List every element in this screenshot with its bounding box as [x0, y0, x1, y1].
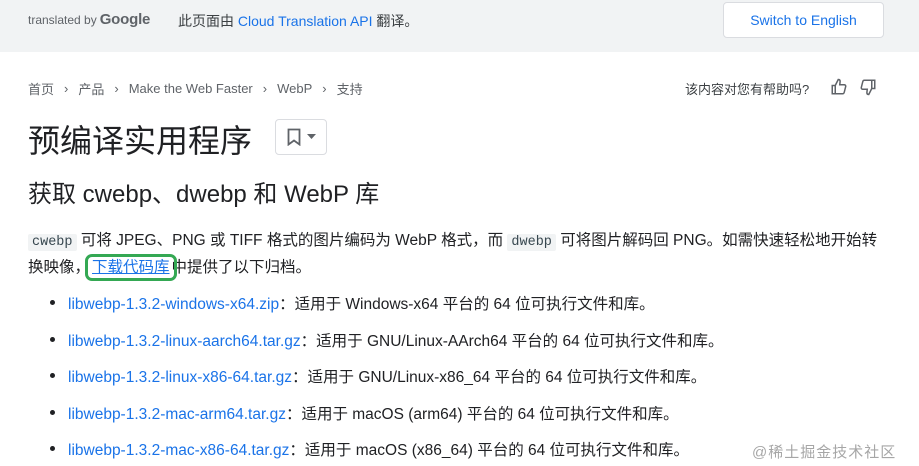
- download-desc: ：适用于 macOS (x86_64) 平台的 64 位可执行文件和库。: [289, 442, 690, 459]
- google-logo: Google: [99, 11, 151, 28]
- translation-bar: translated by Google 此页面由 Cloud Translat…: [0, 0, 919, 52]
- section-subtitle: 获取 cwebp、dwebp 和 WebP 库: [28, 181, 380, 208]
- translated-by-google: translated by Google: [28, 11, 150, 28]
- watermark: @稀土掘金技术社区: [752, 444, 897, 461]
- download-link-mac-arm64[interactable]: libwebp-1.3.2-mac-arm64.tar.gz: [68, 406, 286, 423]
- thumb-up-icon[interactable]: [830, 78, 848, 96]
- chevron-right-icon: ›: [262, 81, 268, 96]
- feedback-question: 该内容对您有帮助吗?: [685, 82, 810, 97]
- breadcrumb-webp[interactable]: WebP: [277, 81, 312, 96]
- intro-paragraph: cwebp 可将 JPEG、PNG 或 TIFF 格式的图片编码为 WebP 格…: [28, 228, 888, 281]
- bookmark-button[interactable]: [275, 119, 327, 155]
- chevron-right-icon: ›: [322, 81, 327, 96]
- download-desc: ：适用于 GNU/Linux-x86_64 平台的 64 位可执行文件和库。: [292, 369, 707, 386]
- page-title: 预编译实用程序: [28, 123, 253, 159]
- download-desc: ：适用于 macOS (arm64) 平台的 64 位可执行文件和库。: [285, 405, 679, 423]
- intro-text-3: 中提供了以下归档。: [171, 259, 312, 276]
- thumb-down-icon[interactable]: [859, 78, 877, 96]
- dwebp-code: dwebp: [507, 234, 556, 251]
- breadcrumb: 首页 › 产品 › Make the Web Faster › WebP › 支…: [28, 79, 363, 98]
- list-item: libwebp-1.3.2-mac-arm64.tar.gz：适用于 macOS…: [50, 402, 724, 439]
- download-link-linux-aarch64[interactable]: libwebp-1.3.2-linux-aarch64.tar.gz: [68, 333, 301, 350]
- download-link-windows-x64[interactable]: libwebp-1.3.2-windows-x64.zip: [68, 296, 279, 313]
- caret-down-icon: [306, 134, 316, 139]
- download-desc: ：适用于 GNU/Linux-AArch64 平台的 64 位可执行文件和库。: [300, 332, 724, 350]
- list-item: libwebp-1.3.2-windows-x64.zip：适用于 Window…: [50, 292, 724, 329]
- download-link-mac-x86-64[interactable]: libwebp-1.3.2-mac-x86-64.tar.gz: [68, 442, 289, 459]
- breadcrumb-home[interactable]: 首页: [28, 79, 54, 98]
- chevron-right-icon: ›: [114, 81, 119, 96]
- translation-note-suffix: 翻译。: [372, 13, 419, 29]
- download-desc: ：适用于 Windows-x64 平台的 64 位可执行文件和库。: [279, 296, 655, 313]
- translation-note: 此页面由 Cloud Translation API 翻译。: [178, 11, 418, 31]
- translation-note-prefix: 此页面由: [178, 13, 238, 29]
- cwebp-code: cwebp: [28, 234, 77, 251]
- list-item: libwebp-1.3.2-linux-x86-64.tar.gz：适用于 GN…: [50, 365, 724, 402]
- switch-to-english-button[interactable]: Switch to English: [723, 2, 884, 38]
- cloud-translation-link[interactable]: Cloud Translation API: [238, 13, 373, 29]
- translated-by-label: translated by: [28, 13, 97, 27]
- downloads-list: libwebp-1.3.2-windows-x64.zip：适用于 Window…: [50, 292, 724, 466]
- list-item: libwebp-1.3.2-linux-aarch64.tar.gz：适用于 G…: [50, 329, 724, 366]
- breadcrumb-products[interactable]: 产品: [78, 79, 104, 98]
- breadcrumb-make-web-faster[interactable]: Make the Web Faster: [129, 81, 253, 96]
- chevron-right-icon: ›: [64, 81, 69, 96]
- list-item: libwebp-1.3.2-mac-x86-64.tar.gz：适用于 macO…: [50, 438, 724, 466]
- download-link-linux-x86-64[interactable]: libwebp-1.3.2-linux-x86-64.tar.gz: [68, 369, 292, 386]
- download-repo-link[interactable]: 下载代码库: [85, 254, 177, 281]
- intro-text-1: 可将 JPEG、PNG 或 TIFF 格式的图片编码为 WebP 格式，而: [76, 232, 508, 249]
- breadcrumb-support[interactable]: 支持: [337, 79, 363, 98]
- bookmark-icon: [287, 128, 300, 146]
